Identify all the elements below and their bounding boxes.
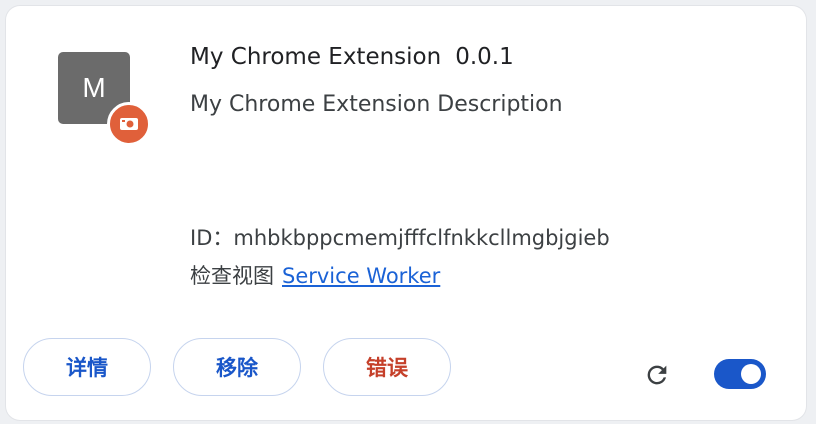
extension-id-row: ID：mhbkbppcmemjfffclfnkkcllmgbjgieb <box>190 222 610 252</box>
toggle-knob <box>741 364 761 384</box>
extension-id-label: ID： <box>190 226 234 250</box>
details-button[interactable]: 详情 <box>23 338 151 396</box>
extension-name: My Chrome Extension <box>190 44 442 70</box>
extension-card: M My Chrome Extension 0.0.1 My Chrome Ext… <box>6 6 806 420</box>
extension-version: 0.0.1 <box>455 44 514 70</box>
errors-button[interactable]: 错误 <box>323 338 451 396</box>
service-worker-link[interactable]: Service Worker <box>282 264 440 288</box>
reload-icon[interactable] <box>640 358 674 392</box>
enable-toggle[interactable] <box>714 359 766 389</box>
extension-id-value: mhbkbppcmemjfffclfnkkcllmgbjgieb <box>233 226 610 250</box>
extension-icon-letter: M <box>82 72 106 103</box>
inspect-views-label: 检查视图 <box>190 264 274 288</box>
inspect-views-row: 检查视图 Service Worker <box>190 260 440 290</box>
extension-title: My Chrome Extension 0.0.1 <box>190 44 514 70</box>
remove-button[interactable]: 移除 <box>173 338 301 396</box>
camera-icon <box>107 102 151 146</box>
extension-description: My Chrome Extension Description <box>190 92 563 117</box>
